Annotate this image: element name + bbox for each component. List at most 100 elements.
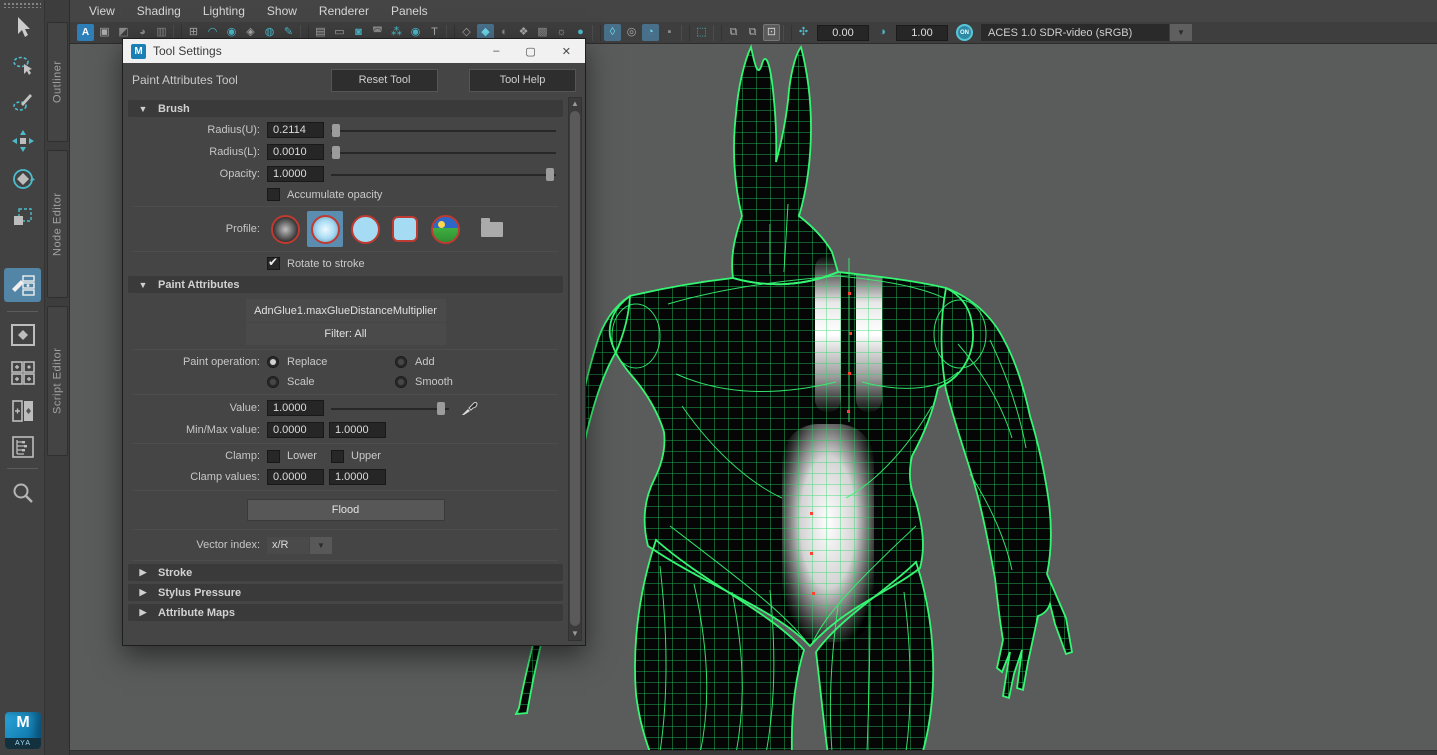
lasso-select-tool-button[interactable] bbox=[4, 48, 41, 82]
minimize-button[interactable]: – bbox=[493, 45, 499, 58]
add-radio[interactable] bbox=[395, 356, 407, 368]
gamma-field[interactable]: 1.00 bbox=[896, 25, 948, 41]
close-button[interactable]: ✕ bbox=[562, 45, 571, 58]
clamp-lower-checkbox[interactable] bbox=[267, 450, 280, 463]
paint-attributes-tool-button-active[interactable] bbox=[4, 268, 41, 302]
gamma-icon[interactable]: ◑ bbox=[874, 24, 891, 41]
isolate-select-icon[interactable]: ⊡ bbox=[763, 24, 780, 41]
radius-l-slider[interactable] bbox=[331, 145, 556, 160]
opacity-slider[interactable] bbox=[331, 167, 556, 182]
scroll-down-arrow[interactable]: ▼ bbox=[569, 628, 581, 640]
rotate-tool-button[interactable] bbox=[4, 162, 41, 196]
browse-profile-folder-icon[interactable] bbox=[481, 222, 503, 237]
selection-mask-letter-icon[interactable]: A bbox=[77, 24, 94, 41]
tool-help-button[interactable]: Tool Help bbox=[469, 69, 576, 92]
brush-section-header[interactable]: ▼ Brush bbox=[128, 100, 563, 117]
menu-view[interactable]: View bbox=[78, 2, 126, 20]
menu-panels[interactable]: Panels bbox=[380, 2, 439, 20]
paint-operation-replace[interactable]: Replace bbox=[267, 356, 395, 368]
paint-attributes-section-header[interactable]: ▼ Paint Attributes bbox=[128, 276, 563, 293]
paint-operation-scale[interactable]: Scale bbox=[267, 376, 395, 388]
replace-radio[interactable] bbox=[267, 356, 279, 368]
viewport-menu-bar: ViewShadingLightingShowRendererPanels bbox=[70, 0, 1437, 22]
dialog-scrollbar[interactable]: ▲ ▼ bbox=[568, 97, 582, 641]
clamp-lower[interactable]: Lower bbox=[267, 450, 331, 463]
two-pane-layout-button[interactable] bbox=[4, 394, 41, 428]
dialog-header: Paint Attributes Tool Reset Tool Tool He… bbox=[123, 63, 585, 97]
radius-u-slider[interactable] bbox=[331, 123, 556, 138]
slider-handle[interactable] bbox=[332, 124, 340, 137]
smooth-radio[interactable] bbox=[395, 376, 407, 388]
move-tool-button[interactable] bbox=[4, 124, 41, 158]
backface-icon[interactable]: ▪ bbox=[661, 24, 678, 41]
chevron-down-icon[interactable]: ▼ bbox=[310, 537, 332, 554]
select-arrow-icon bbox=[11, 15, 35, 39]
copy-layout-icon[interactable]: ⧉ bbox=[725, 24, 742, 41]
scale-radio[interactable] bbox=[267, 376, 279, 388]
scrollbar-thumb[interactable] bbox=[570, 111, 580, 626]
maximize-button[interactable]: ▢ bbox=[525, 45, 535, 58]
vector-index-dropdown[interactable]: x/R bbox=[267, 537, 309, 554]
dialog-titlebar[interactable]: M Tool Settings – ▢ ✕ bbox=[123, 39, 585, 63]
search-button[interactable] bbox=[4, 476, 41, 510]
value-slider[interactable] bbox=[331, 401, 449, 416]
menu-lighting[interactable]: Lighting bbox=[192, 2, 256, 20]
toolbox-grip[interactable] bbox=[3, 2, 41, 8]
paste-layout-icon[interactable]: ⧉ bbox=[744, 24, 761, 41]
menu-shading[interactable]: Shading bbox=[126, 2, 192, 20]
four-pane-layout-button[interactable] bbox=[4, 356, 41, 390]
color-management-on-badge[interactable]: ON bbox=[956, 24, 973, 41]
xray-mode-icon[interactable]: ◊ bbox=[604, 24, 621, 41]
min-value-field[interactable]: 0.0000 bbox=[267, 422, 324, 438]
slider-handle[interactable] bbox=[332, 146, 340, 159]
attribute-filter-button[interactable]: Filter: All bbox=[246, 323, 446, 345]
select-hierarchy-icon[interactable]: ▣ bbox=[96, 24, 113, 41]
panel-tab-script-editor[interactable]: Script Editor bbox=[47, 306, 68, 456]
outliner-layout-button[interactable] bbox=[4, 430, 41, 464]
gaussian-profile-button[interactable] bbox=[267, 211, 303, 247]
radius-u-field[interactable]: 0.2114 bbox=[267, 122, 324, 138]
flood-button[interactable]: Flood bbox=[247, 499, 445, 521]
single-pane-layout-button[interactable] bbox=[4, 318, 41, 352]
scroll-up-arrow[interactable]: ▲ bbox=[569, 98, 581, 110]
radius-l-field[interactable]: 0.0010 bbox=[267, 144, 324, 160]
clamp-min-field[interactable]: 0.0000 bbox=[267, 469, 324, 485]
eyedropper-icon[interactable] bbox=[461, 400, 479, 416]
square-profile-button[interactable] bbox=[387, 211, 423, 247]
soft-profile-button-selected[interactable] bbox=[307, 211, 343, 247]
joints-xray-icon[interactable]: ◎ bbox=[623, 24, 640, 41]
max-value-field[interactable]: 1.0000 bbox=[329, 422, 386, 438]
slider-handle[interactable] bbox=[437, 402, 445, 415]
image-profile-button[interactable] bbox=[427, 211, 463, 247]
solid-profile-button[interactable] bbox=[347, 211, 383, 247]
exposure-field[interactable]: 0.00 bbox=[817, 25, 869, 41]
menu-renderer[interactable]: Renderer bbox=[308, 2, 380, 20]
scale-tool-button[interactable] bbox=[4, 200, 41, 234]
textures-toggle-icon[interactable]: ◔ bbox=[642, 24, 659, 41]
clamp-upper-checkbox[interactable] bbox=[331, 450, 344, 463]
paint-operation-smooth[interactable]: Smooth bbox=[395, 376, 523, 388]
stroke-section-header[interactable]: ▶ Stroke bbox=[128, 564, 563, 581]
attribute-name-button[interactable]: AdnGlue1.maxGlueDistanceMultiplier bbox=[246, 299, 446, 322]
attribute-maps-section-header[interactable]: ▶ Attribute Maps bbox=[128, 604, 563, 621]
accumulate-opacity-checkbox[interactable] bbox=[267, 188, 280, 201]
marquee-select-icon[interactable]: ⬚ bbox=[693, 24, 710, 41]
exposure-icon[interactable]: ✣ bbox=[795, 24, 812, 41]
clamp-upper[interactable]: Upper bbox=[331, 450, 401, 463]
menu-show[interactable]: Show bbox=[256, 2, 308, 20]
view-transform-dropdown[interactable]: ACES 1.0 SDR-video (sRGB) ▼ bbox=[981, 24, 1192, 41]
stylus-pressure-section-header[interactable]: ▶ Stylus Pressure bbox=[128, 584, 563, 601]
value-field[interactable]: 1.0000 bbox=[267, 400, 324, 416]
select-tool-button[interactable] bbox=[4, 10, 41, 44]
clamp-max-field[interactable]: 1.0000 bbox=[329, 469, 386, 485]
vector-index-row: Vector index: x/R ▼ bbox=[125, 532, 566, 558]
slider-handle[interactable] bbox=[546, 168, 554, 181]
paint-select-tool-button[interactable] bbox=[4, 86, 41, 120]
opacity-field[interactable]: 1.0000 bbox=[267, 166, 324, 182]
panel-tab-outliner[interactable]: Outliner bbox=[47, 22, 68, 142]
panel-tab-node-editor[interactable]: Node Editor bbox=[47, 150, 68, 298]
rotate-to-stroke-checkbox[interactable] bbox=[267, 257, 280, 270]
maya-app-logo[interactable]: M AYA bbox=[5, 712, 41, 749]
reset-tool-button[interactable]: Reset Tool bbox=[331, 69, 438, 92]
paint-operation-add[interactable]: Add bbox=[395, 356, 523, 368]
